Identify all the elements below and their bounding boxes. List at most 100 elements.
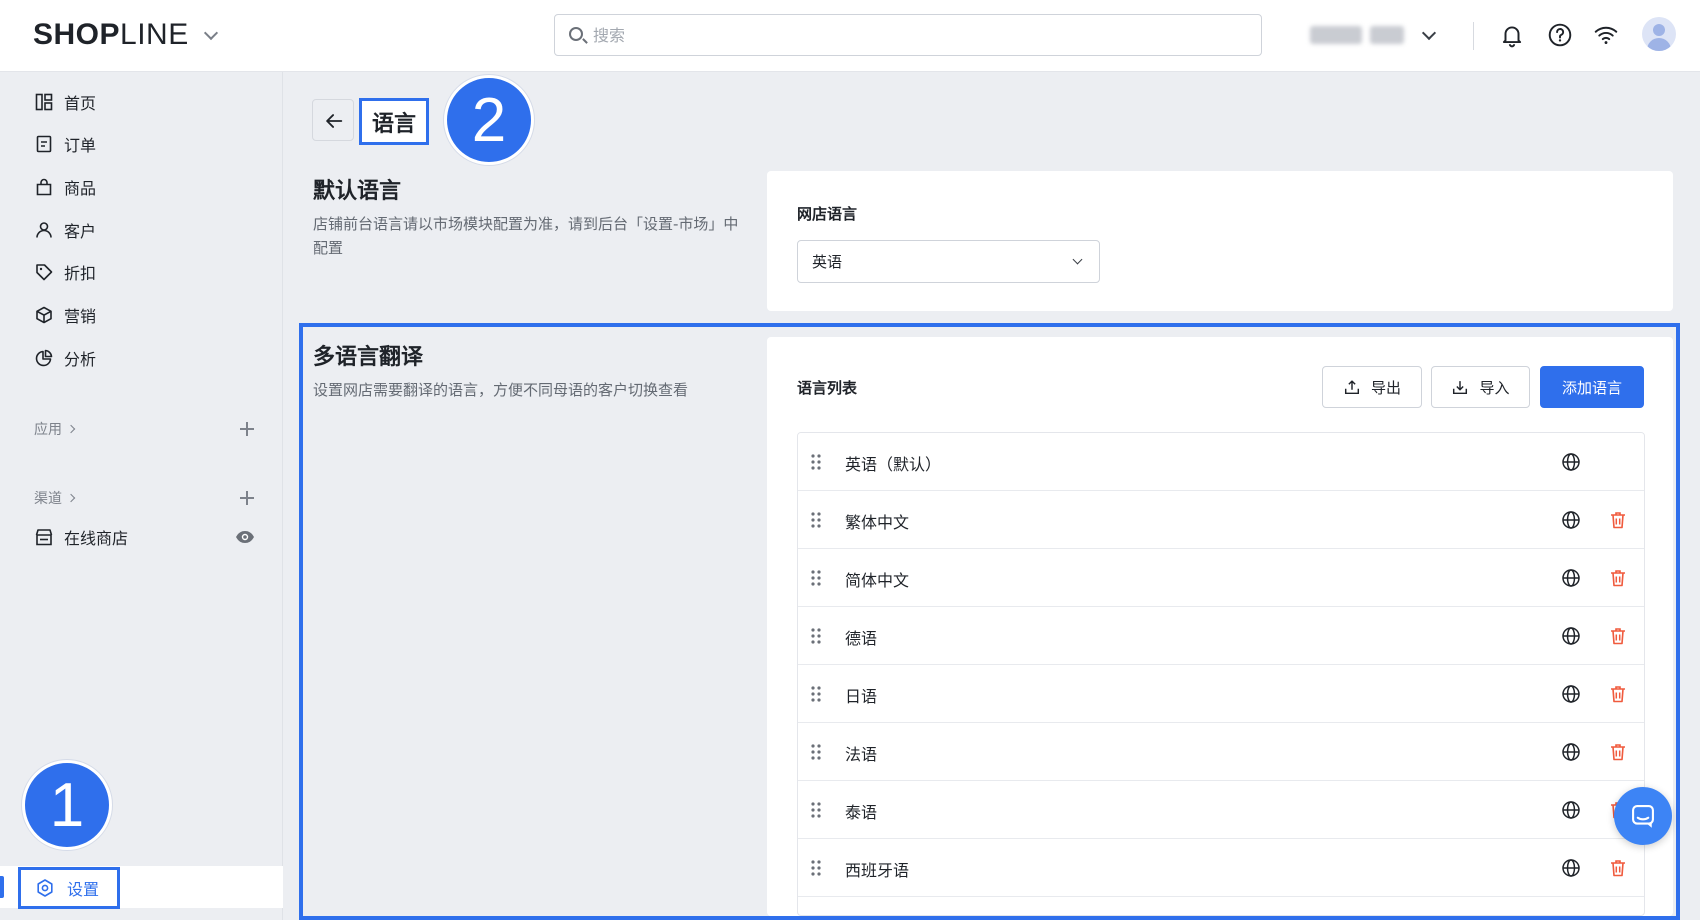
page-title: 语言 (359, 98, 430, 145)
store-language-value: 英语 (812, 253, 843, 271)
language-list: 英语（默认） 繁体中文简体中文德语日语法语泰语西班牙语 (797, 432, 1645, 916)
language-name: 法语 (845, 745, 878, 764)
add-channel-plus-icon[interactable] (240, 491, 254, 505)
sidebar-item-label: 客户 (64, 222, 97, 241)
sidebar-item-customers[interactable]: 客户 (34, 216, 96, 244)
tag-icon (36, 264, 53, 281)
language-row[interactable]: 泰语 (798, 781, 1644, 839)
language-list-label: 语言列表 (797, 379, 858, 397)
drag-handle-icon[interactable] (810, 627, 822, 645)
sidebar-item-label: 折扣 (64, 264, 97, 283)
pie-chart-icon (35, 349, 53, 367)
drag-handle-icon[interactable] (810, 859, 822, 877)
trash-icon[interactable] (1608, 510, 1628, 530)
language-name: 英语（默认） (845, 455, 942, 474)
multi-language-description: 设置网店需要翻译的语言，方便不同母语的客户切换查看 (313, 381, 689, 399)
drag-handle-icon[interactable] (810, 743, 822, 761)
sidebar-item-orders[interactable]: 订单 (34, 130, 96, 158)
sidebar-item-discounts[interactable]: 折扣 (34, 258, 96, 286)
drag-handle-icon[interactable] (810, 801, 822, 819)
active-indicator (0, 876, 4, 898)
sidebar-item-label: 分析 (64, 350, 97, 369)
shopline-logo[interactable]: SHOPLINE (33, 18, 189, 52)
language-row[interactable]: 法语 (798, 723, 1644, 781)
account-chevron-down-icon[interactable] (1421, 25, 1437, 41)
language-name: 泰语 (845, 803, 878, 822)
chat-support-button[interactable] (1614, 787, 1672, 845)
trash-icon[interactable] (1608, 858, 1628, 878)
globe-icon[interactable] (1561, 626, 1581, 646)
bell-icon[interactable] (1499, 22, 1525, 48)
globe-icon[interactable] (1561, 510, 1581, 530)
language-row[interactable]: 繁体中文 (798, 491, 1644, 549)
search-input[interactable] (593, 21, 1233, 49)
wifi-icon[interactable] (1593, 22, 1619, 48)
globe-icon[interactable] (1561, 800, 1581, 820)
sidebar-item-label: 首页 (64, 94, 97, 113)
trash-icon[interactable] (1608, 742, 1628, 762)
language-row[interactable]: 德语 (798, 607, 1644, 665)
globe-icon[interactable] (1561, 568, 1581, 588)
sidebar-item-analytics[interactable]: 分析 (34, 344, 96, 372)
language-row[interactable]: 简体中文 (798, 549, 1644, 607)
top-bar: SHOPLINE (0, 0, 1700, 72)
store-icon (35, 529, 53, 546)
language-row[interactable]: 西班牙语 (798, 839, 1644, 897)
order-icon (36, 135, 52, 153)
channels-section-link[interactable]: 渠道 (34, 488, 76, 508)
trash-icon[interactable] (1608, 626, 1628, 646)
default-language-description: 店铺前台语言请以市场模块配置为准，请到后台「设置-市场」中配置 (313, 215, 739, 257)
store-language-label: 网店语言 (797, 205, 858, 223)
trash-icon[interactable] (1608, 684, 1628, 704)
help-icon[interactable] (1547, 22, 1573, 48)
sidebar-item-settings[interactable]: 设置 (18, 867, 120, 909)
drag-handle-icon[interactable] (810, 511, 822, 529)
add-language-button[interactable]: 添加语言 (1540, 366, 1644, 408)
eye-icon[interactable] (235, 527, 255, 547)
store-switcher-chevron-icon[interactable] (203, 25, 219, 41)
search-box[interactable] (554, 14, 1262, 56)
callout-badge-2: 2 (444, 75, 534, 165)
arrow-left-icon (326, 114, 343, 128)
upload-icon (1344, 380, 1360, 395)
add-app-plus-icon[interactable] (240, 422, 254, 436)
globe-icon[interactable] (1561, 452, 1581, 472)
toolbar-divider (1473, 22, 1474, 50)
sidebar-item-label: 商品 (64, 179, 97, 198)
drag-handle-icon[interactable] (810, 453, 822, 471)
language-name: 日语 (845, 687, 878, 706)
bag-icon (36, 178, 52, 196)
account-name-blurred[interactable] (1310, 26, 1410, 44)
cube-icon (36, 306, 52, 324)
globe-icon[interactable] (1561, 742, 1581, 762)
back-button[interactable] (312, 99, 354, 141)
import-button[interactable]: 导入 (1431, 366, 1530, 408)
callout-badge-1: 1 (22, 760, 112, 850)
language-name: 简体中文 (845, 571, 910, 590)
dashboard-icon (35, 93, 53, 111)
trash-icon[interactable] (1608, 568, 1628, 588)
default-language-card: 网店语言 英语 (767, 171, 1673, 311)
store-language-select[interactable]: 英语 (797, 240, 1100, 283)
download-icon (1453, 381, 1468, 395)
export-button[interactable]: 导出 (1322, 366, 1422, 408)
avatar[interactable] (1642, 17, 1676, 51)
chevron-down-icon (1072, 254, 1083, 265)
chat-icon (1632, 805, 1654, 828)
sidebar-item-home[interactable]: 首页 (34, 88, 96, 116)
sidebar-item-label: 在线商店 (64, 529, 129, 548)
sidebar-item-marketing[interactable]: 营销 (34, 301, 96, 329)
sidebar-item-label: 营销 (64, 307, 97, 326)
sidebar-item-products[interactable]: 商品 (34, 173, 96, 201)
search-icon (569, 27, 583, 41)
sidebar-item-online-store[interactable]: 在线商店 (34, 523, 128, 551)
language-row[interactable]: 日语 (798, 665, 1644, 723)
language-name: 西班牙语 (845, 861, 910, 880)
drag-handle-icon[interactable] (810, 569, 822, 587)
drag-handle-icon[interactable] (810, 685, 822, 703)
globe-icon[interactable] (1561, 858, 1581, 878)
language-row[interactable]: 英语（默认） (798, 433, 1644, 491)
globe-icon[interactable] (1561, 684, 1581, 704)
apps-section-link[interactable]: 应用 (34, 419, 76, 439)
gear-icon (37, 879, 53, 897)
